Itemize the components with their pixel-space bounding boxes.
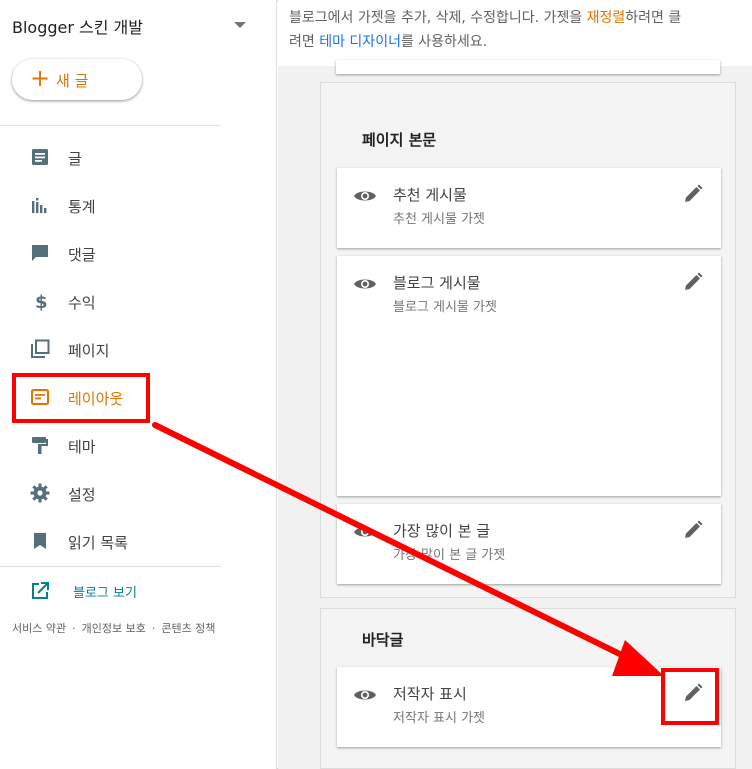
arrow-line: [152, 422, 643, 667]
annotation-arrow: [152, 422, 664, 676]
arrow-head: [612, 640, 664, 676]
